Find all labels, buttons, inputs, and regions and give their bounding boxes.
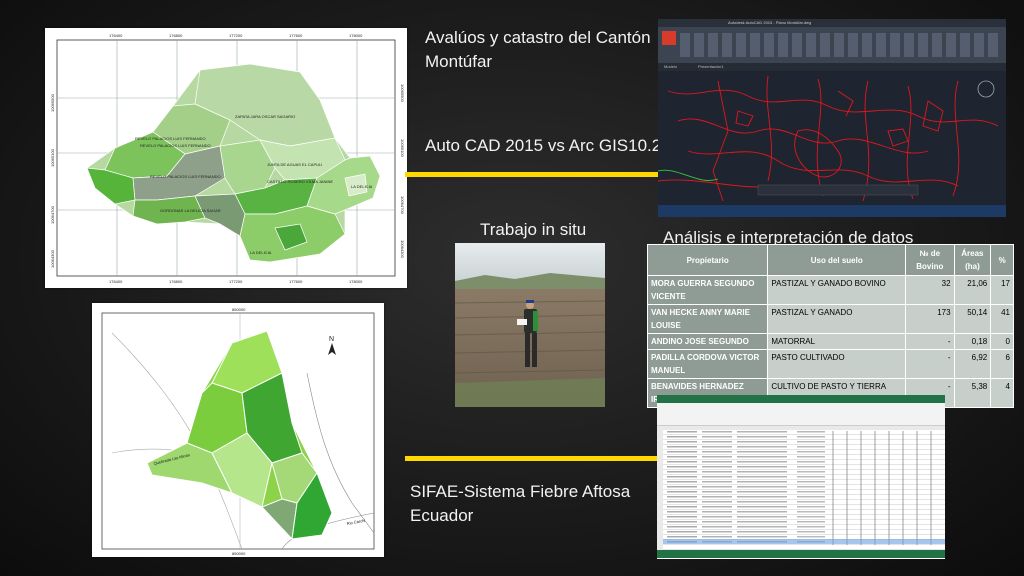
yellow-connector-top [405,172,660,177]
catastro-map-svg: ZAPATA JARA OSCAR SAGARIO REVELO PALACIO… [50,33,405,284]
sifae-map-svg: 850000 850000 Quebrada Las Minas Rio Car… [101,307,375,556]
cell-area: 6,92 [953,349,992,379]
field-photo [455,243,605,407]
windows-taskbar [658,205,1006,217]
cell-pct: 41 [990,304,1014,334]
left-tick-3: 10064700 [50,205,55,224]
bottom-tick-4: 177600 [289,279,303,284]
cell-area: 50,14 [953,304,992,334]
bottom-tick-2: 176800 [169,279,183,284]
excel-grid[interactable] [657,426,945,550]
bottom-tick-3: 177200 [229,279,243,284]
right-tick-1: 10065500 [400,84,405,103]
title-cad-vs-gis: Auto CAD 2015 vs Arc GIS10.2 [425,136,662,155]
cell-bovinos: 173 [905,304,955,334]
header-propietario: Propietario [646,244,769,276]
autocad-logo-icon [662,31,676,45]
cell-pct: 17 [990,275,1014,305]
map-label-revelo-3: REVELO PALACIOS LUIS FERNANDO [150,174,221,179]
left-tick-4: 10064300 [50,249,55,268]
top-tick-4: 177600 [289,33,303,38]
cell-area: 0,18 [953,333,992,350]
cad-titlebar: Autodesk AutoCAD 2015 - Plano Montúfar.d… [658,19,1006,27]
title-trabajo: Trabajo in situ [480,220,587,239]
excel-titlebar [657,395,945,403]
tab-model[interactable]: Modelo [664,64,677,69]
header-uso: Uso del suelo [767,244,907,276]
right-tick-2: 10065100 [400,139,405,158]
title-sifae: SIFAE-Sistema Fiebre Aftosa Ecuador [410,480,650,528]
yellow-connector-bottom [405,456,660,461]
map2-top-tick: 850000 [232,307,246,312]
title-sifae-line1: SIFAE-Sistema Fiebre Aftosa [410,482,631,501]
map-label-gordonas: GORDONAS LA DELICIA SAGAR [160,208,221,213]
land-use-table: Propietario Uso del suelo № de Bovino Ár… [646,244,1014,408]
cell-owner: MORA GUERRA SEGUNDO VICENTE [646,275,769,305]
cell-use: MATORRAL [767,333,907,350]
tab-layout[interactable]: Presentación1 [698,64,724,69]
cell-owner: VAN HECKE ANNY MARIE LOUISE [646,304,769,334]
table-row: PADILLA CORDOVA VICTOR MANUEL PASTO CULT… [646,349,1014,379]
ribbon-tools [680,33,1000,57]
table-row: VAN HECKE ANNY MARIE LOUISE PASTIZAL Y G… [646,304,1014,334]
cad-tabs: Modelo Presentación1 [658,63,1006,71]
map2-bottom-tick: 850000 [232,551,246,556]
excel-statusbar [657,550,945,558]
cell-use: PASTIZAL Y GANADO [767,304,907,334]
cell-area: 5,38 [953,378,992,408]
title-catastro-line1: Avalúos y catastro del Cantón [425,28,651,47]
cell-bovinos: - [905,349,955,379]
header-pct: % [990,244,1014,276]
cell-bovinos: 32 [905,275,955,305]
cell-area: 21,06 [953,275,992,305]
catastro-map: ZAPATA JARA OSCAR SAGARIO REVELO PALACIO… [45,28,407,288]
map-label-revelo-2: REVELO PALACIOS LUIS FERNANDO [140,143,211,148]
map-label-zapata: ZAPATA JARA OSCAR SAGARIO [235,114,295,119]
north-label: N [329,336,334,343]
field-photo-svg [455,243,605,407]
table-row: MORA GUERRA SEGUNDO VICENTE PASTIZAL Y G… [646,275,1014,305]
top-tick-1: 176400 [109,33,123,38]
data-table-panel: Propietario Uso del suelo № de Bovino Ár… [646,244,1014,408]
title-sifae-line2: Ecuador [410,506,474,525]
spreadsheet-screenshot [657,395,945,559]
cell-pct: 4 [990,378,1014,408]
cell-pct: 6 [990,349,1014,379]
map-label-delicia-1: LA DELICIA [351,184,373,189]
cell-owner: ANDINO JOSE SEGUNDO [646,333,769,350]
header-bovinos: № de Bovino [905,244,955,276]
map-label-junta: JUNTA DE AGUAS EL CAPULI [267,162,322,167]
cell-owner: PADILLA CORDOVA VICTOR MANUEL [646,349,769,379]
map-label-delicia-2: LA DELICIA [250,250,272,255]
bottom-tick-1: 176400 [109,279,123,284]
sifae-map: 850000 850000 Quebrada Las Minas Rio Car… [92,303,384,557]
title-catastro: Avalúos y catastro del Cantón Montúfar [425,26,665,74]
top-tick-5: 178000 [349,33,363,38]
header-areas: Áreas (ha) [953,244,992,276]
right-tick-3: 10064700 [400,196,405,215]
map-label-revelo-1: REVELO PALACIOS LUIS FERNANDO [135,136,206,141]
map-label-castillo: CASTILLO ROSERO VILMA JANINE [267,179,333,184]
bottom-tick-5: 178000 [349,279,363,284]
top-tick-3: 177200 [229,33,243,38]
autocad-screenshot: Autodesk AutoCAD 2015 - Plano Montúfar.d… [658,19,1006,217]
cell-bovinos: - [905,333,955,350]
table-row: ANDINO JOSE SEGUNDO MATORRAL - 0,18 0 [646,333,1014,350]
title-catastro-line2: Montúfar [425,52,493,71]
cad-drawing-canvas[interactable] [658,71,1006,205]
command-line[interactable] [757,184,919,196]
right-tick-4: 10064300 [400,240,405,259]
cad-ribbon [658,27,1006,63]
excel-ribbon [657,403,945,426]
left-tick-1: 10065500 [50,93,55,112]
left-tick-2: 10065100 [50,148,55,167]
cell-use: PASTIZAL Y GANADO BOVINO [767,275,907,305]
selected-row [663,539,945,544]
top-tick-2: 176800 [169,33,183,38]
cell-pct: 0 [990,333,1014,350]
cell-use: PASTO CULTIVADO [767,349,907,379]
